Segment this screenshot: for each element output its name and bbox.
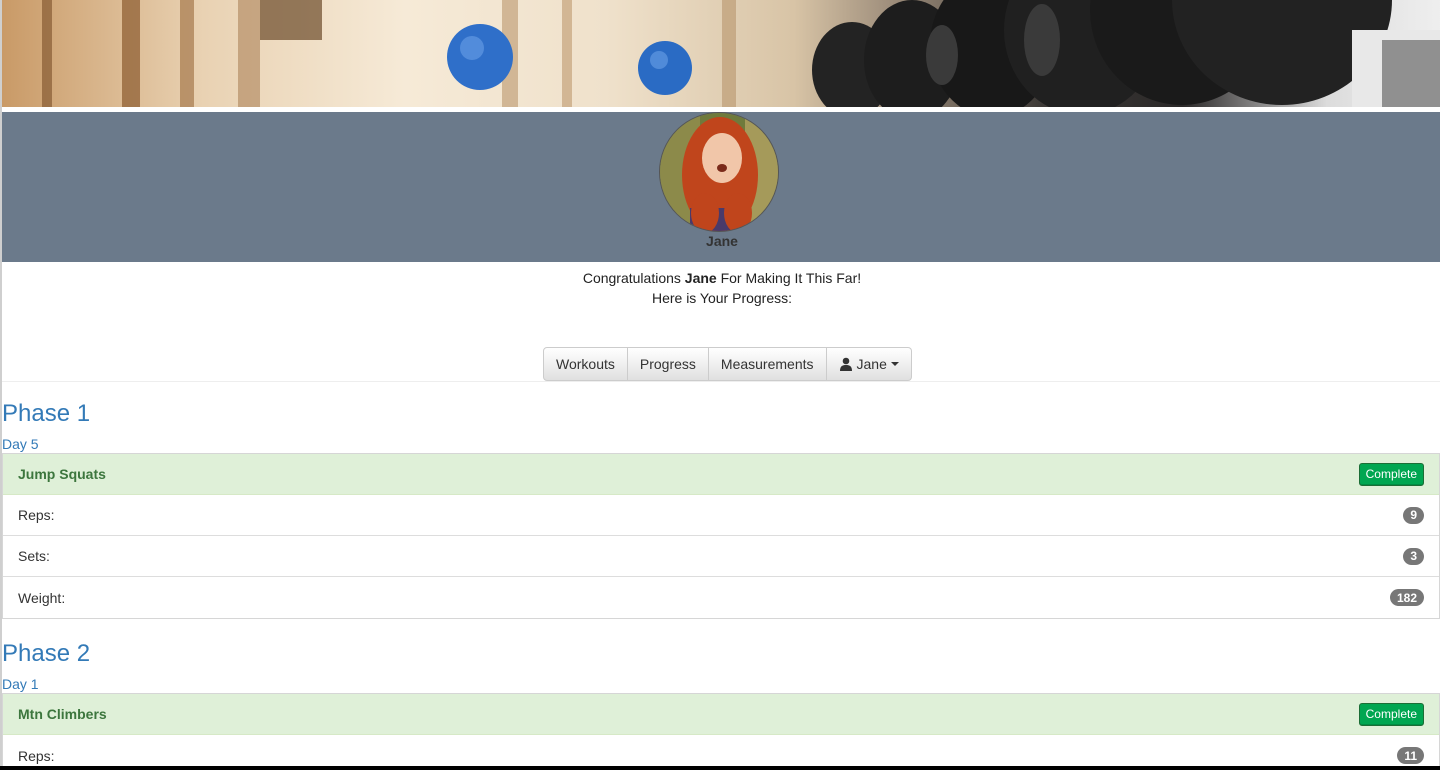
complete-button[interactable]: Complete — [1358, 462, 1424, 486]
profile-header: Jane — [2, 112, 1440, 262]
exercise-name: Jump Squats — [18, 466, 106, 482]
complete-button[interactable]: Complete — [1358, 702, 1424, 726]
stat-badge: 182 — [1389, 589, 1424, 606]
stat-label: Reps: — [18, 747, 55, 764]
workouts-label: Workouts — [556, 356, 615, 372]
list-item: Weight: 182 — [3, 577, 1439, 618]
phase-section: Phase 2 Day 1 Mtn Climbers Complete Reps… — [2, 637, 1440, 766]
exercise-name: Mtn Climbers — [18, 706, 107, 722]
phase-day: Day 1 — [2, 676, 39, 692]
phase-title: Phase 1 — [2, 400, 91, 427]
stat-badge: 11 — [1397, 747, 1424, 764]
phase-section: Phase 1 Day 5 Jump Squats Complete Reps:… — [2, 397, 1440, 619]
list-item: Reps: 9 — [3, 495, 1439, 536]
avatar-photo — [660, 113, 778, 231]
profile-name: Jane — [706, 233, 738, 249]
stat-label: Reps: — [18, 507, 55, 523]
hero-banner-image — [2, 0, 1440, 107]
phase-day: Day 5 — [2, 436, 39, 452]
congratulations-message: Congratulations Jane For Making It This … — [2, 268, 1440, 308]
gym-photo — [42, 0, 1440, 107]
user-menu-button[interactable]: Jane — [826, 347, 912, 381]
workouts-button[interactable]: Workouts — [543, 347, 628, 381]
user-icon — [839, 357, 852, 371]
nav-button-group: Workouts Progress Measurements Jane — [543, 347, 912, 381]
congrats-name: Jane — [684, 270, 717, 286]
stat-badge: 9 — [1403, 506, 1424, 524]
congrats-prefix: Congratulations — [582, 270, 685, 286]
avatar — [659, 112, 779, 232]
progress-button[interactable]: Progress — [627, 347, 709, 381]
stat-label: Weight: — [18, 589, 66, 606]
page: Jane Congratulations Jane For Making It … — [0, 0, 1440, 766]
user-menu-label: Jane — [856, 356, 887, 372]
exercise-header: Jump Squats Complete — [3, 454, 1439, 495]
congratulations-line: Congratulations Jane For Making It This … — [2, 268, 1440, 288]
exercise-header: Mtn Climbers Complete — [3, 694, 1439, 735]
measurements-label: Measurements — [720, 356, 814, 372]
measurements-button[interactable]: Measurements — [708, 347, 827, 381]
stat-badge: 3 — [1403, 547, 1424, 565]
exercise-panel: Mtn Climbers Complete Reps: 11 — [2, 693, 1440, 766]
list-item: Sets: 3 — [3, 536, 1439, 577]
congrats-suffix: For Making It This Far! — [716, 270, 862, 286]
exercise-panel: Jump Squats Complete Reps: 9 Sets: 3 Wei… — [2, 453, 1440, 619]
progress-intro: Here is Your Progress: — [651, 290, 793, 306]
stat-label: Sets: — [18, 548, 50, 564]
nav-divider — [2, 381, 1440, 382]
progress-label: Progress — [639, 356, 696, 372]
chevron-down-icon — [890, 362, 899, 366]
phase-title: Phase 2 — [2, 640, 91, 667]
list-item: Reps: 11 — [3, 735, 1439, 766]
